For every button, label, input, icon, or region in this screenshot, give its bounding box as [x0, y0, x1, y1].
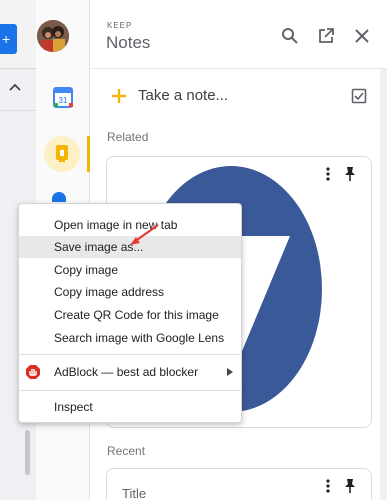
menu-item-adblock[interactable]: AdBlock — best ad blocker [19, 361, 241, 383]
left-scrollbar[interactable] [25, 430, 30, 475]
keep-active-indicator [87, 136, 90, 172]
keep-icon[interactable] [44, 136, 80, 172]
close-icon[interactable] [353, 27, 371, 45]
more-vert-icon[interactable] [321, 166, 335, 182]
panel-scrollbar-track[interactable] [380, 69, 387, 500]
menu-separator [19, 354, 241, 355]
calendar-icon[interactable]: 31 [53, 86, 73, 108]
tasks-icon-partial[interactable] [52, 192, 66, 202]
chevron-right-icon [227, 368, 233, 376]
menu-item-adblock-label: AdBlock — best ad blocker [54, 365, 199, 379]
recent-note-title: Title [122, 486, 147, 500]
plus-icon [112, 89, 126, 103]
left-divider [0, 68, 36, 69]
panel-eyebrow: KEEP [107, 21, 133, 30]
menu-item-copy-image[interactable]: Copy image [19, 259, 241, 281]
open-in-new-icon[interactable] [317, 27, 335, 45]
checkbox-icon[interactable] [351, 88, 367, 104]
related-section-label: Related [107, 130, 149, 144]
panel-title: Notes [106, 33, 151, 52]
pin-icon[interactable] [343, 166, 357, 182]
search-icon[interactable] [281, 27, 299, 45]
recent-note-card[interactable]: Title [106, 468, 372, 500]
menu-item-create-qr-code[interactable]: Create QR Code for this image [19, 304, 241, 326]
recent-section-label: Recent [107, 444, 146, 458]
annotation-arrow [130, 224, 159, 245]
take-a-note-bar[interactable]: Take a note... [107, 82, 369, 114]
compose-button-partial[interactable]: + [0, 24, 17, 54]
more-vert-icon[interactable] [321, 478, 335, 494]
panel-header-divider [91, 68, 387, 69]
menu-item-search-google-lens[interactable]: Search image with Google Lens [19, 327, 241, 349]
avatar[interactable] [37, 20, 69, 52]
svg-text:31: 31 [59, 96, 68, 105]
chevron-up-icon[interactable] [8, 80, 22, 94]
adblock-icon [26, 365, 40, 379]
menu-item-copy-image-address[interactable]: Copy image address [19, 281, 241, 303]
take-note-label: Take a note... [138, 87, 229, 104]
left-divider-2 [0, 110, 36, 111]
menu-item-inspect[interactable]: Inspect [19, 396, 241, 418]
menu-separator [19, 390, 241, 391]
pin-icon[interactable] [343, 478, 357, 494]
